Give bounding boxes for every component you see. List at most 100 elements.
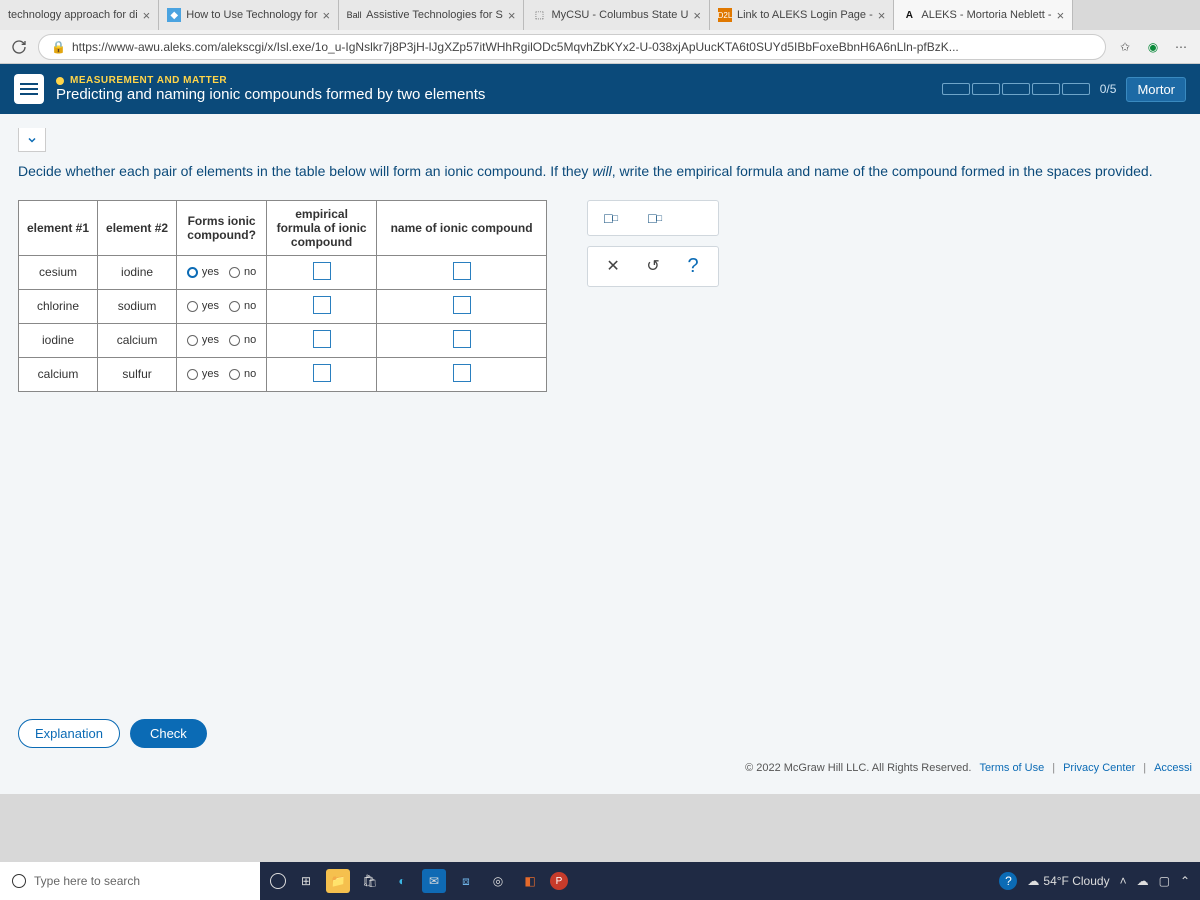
tab-2[interactable]: BallAssistive Technologies for S×	[339, 0, 524, 30]
cell-e1: chlorine	[19, 289, 98, 323]
taskview-icon[interactable]: ⊞	[294, 869, 318, 893]
col-formula: empirical formula of ionic compound	[267, 200, 377, 255]
tab-5[interactable]: AALEKS - Mortoria Neblett -×	[894, 0, 1073, 30]
formula-input[interactable]	[313, 364, 331, 382]
app-header: MEASUREMENT AND MATTER Predicting and na…	[0, 64, 1200, 114]
hamburger-icon	[20, 83, 38, 95]
formula-input[interactable]	[313, 330, 331, 348]
radio-no[interactable]	[229, 267, 240, 278]
url-input[interactable]: 🔒 https://www-awu.aleks.com/alekscgi/x/I…	[38, 34, 1106, 60]
wifi-icon[interactable]: ⌃	[1180, 874, 1190, 888]
page-title: Predicting and naming ionic compounds fo…	[56, 86, 485, 103]
cell-e2: sulfur	[98, 357, 177, 391]
name-input[interactable]	[453, 262, 471, 280]
mail-icon[interactable]: ✉	[422, 869, 446, 893]
body-area: Decide whether each pair of elements in …	[0, 114, 1200, 794]
cell-forms: yesno	[177, 289, 267, 323]
explorer-icon[interactable]: 📁	[326, 869, 350, 893]
dot-icon	[56, 77, 64, 85]
help-tray-icon[interactable]: ?	[999, 872, 1017, 890]
taskbar-apps: ⊞ 📁 🛍 ◐ ✉ ⧈ ◎ ◧ P	[260, 869, 568, 893]
dropbox-icon[interactable]: ⧈	[454, 869, 478, 893]
formula-input[interactable]	[313, 262, 331, 280]
close-icon[interactable]: ×	[878, 8, 886, 23]
taskbar: Type here to search ⊞ 📁 🛍 ◐ ✉ ⧈ ◎ ◧ P ? …	[0, 862, 1200, 900]
name-input[interactable]	[453, 296, 471, 314]
more-icon[interactable]: ⋯	[1170, 36, 1192, 58]
reset-button[interactable]: ↺	[642, 256, 664, 276]
cortana-icon[interactable]	[270, 873, 286, 889]
col-name: name of ionic compound	[377, 200, 547, 255]
cell-formula	[267, 255, 377, 289]
search-placeholder: Type here to search	[34, 874, 140, 888]
col-element1: element #1	[19, 200, 98, 255]
close-icon[interactable]: ×	[508, 8, 516, 23]
cell-e1: calcium	[19, 357, 98, 391]
access-link[interactable]: Accessi	[1154, 762, 1192, 774]
system-tray: ? ☁ 54°F Cloudy ˄ ☁ ▢ ⌃	[999, 872, 1200, 890]
weather-widget[interactable]: ☁ 54°F Cloudy	[1027, 874, 1109, 888]
tab-3[interactable]: ⬚MyCSU - Columbus State U×	[524, 0, 710, 30]
action-tools: ✕ ↺ ?	[587, 246, 719, 287]
favicon-icon: Ball	[347, 8, 361, 22]
favorite-icon[interactable]: ✩	[1114, 36, 1136, 58]
tool-panel: □□ □□ ✕ ↺ ?	[587, 200, 719, 287]
name-input[interactable]	[453, 364, 471, 382]
name-input[interactable]	[453, 330, 471, 348]
privacy-link[interactable]: Privacy Center	[1063, 762, 1135, 774]
app-icon3[interactable]: P	[550, 872, 568, 890]
extension-icon[interactable]: ◉	[1142, 36, 1164, 58]
app-icon2[interactable]: ◧	[518, 869, 542, 893]
check-button[interactable]: Check	[130, 719, 207, 748]
copyright-bar: © 2022 McGraw Hill LLC. All Rights Reser…	[745, 762, 1192, 774]
taskbar-search[interactable]: Type here to search	[0, 862, 260, 900]
help-button[interactable]: ?	[682, 255, 704, 278]
radio-yes[interactable]	[187, 335, 198, 346]
edge-icon[interactable]: ◐	[390, 869, 414, 893]
superscript-tool[interactable]: □□	[598, 207, 624, 229]
radio-yes[interactable]	[187, 267, 198, 278]
radio-yes[interactable]	[187, 301, 198, 312]
cell-formula	[267, 357, 377, 391]
cell-e1: cesium	[19, 255, 98, 289]
browser-tabs: technology approach for di× ◆How to Use …	[0, 0, 1200, 30]
subscript-tool[interactable]: □□	[642, 207, 668, 229]
favicon-icon: ⬚	[532, 8, 546, 22]
student-button[interactable]: Mortor	[1126, 77, 1186, 102]
tab-4[interactable]: D2LLink to ALEKS Login Page -×	[710, 0, 894, 30]
radio-yes[interactable]	[187, 369, 198, 380]
battery-icon[interactable]: ▢	[1159, 874, 1170, 888]
close-icon[interactable]: ×	[693, 8, 701, 23]
refresh-icon[interactable]	[8, 36, 30, 58]
cell-name	[377, 323, 547, 357]
app-icon[interactable]: ◎	[486, 869, 510, 893]
cell-formula	[267, 289, 377, 323]
cell-forms: yesno	[177, 255, 267, 289]
radio-no[interactable]	[229, 335, 240, 346]
radio-no[interactable]	[229, 301, 240, 312]
store-icon[interactable]: 🛍	[358, 869, 382, 893]
cell-forms: yesno	[177, 323, 267, 357]
close-icon[interactable]: ×	[143, 8, 151, 23]
table-row: calciumsulfuryesno	[19, 357, 547, 391]
tab-1[interactable]: ◆How to Use Technology for×	[159, 0, 339, 30]
clear-button[interactable]: ✕	[602, 256, 624, 276]
tab-0[interactable]: technology approach for di×	[0, 0, 159, 30]
explanation-button[interactable]: Explanation	[18, 719, 120, 748]
col-element2: element #2	[98, 200, 177, 255]
cell-name	[377, 289, 547, 323]
elements-table: element #1 element #2 Forms ionic compou…	[18, 200, 547, 392]
cell-e2: calcium	[98, 323, 177, 357]
close-icon[interactable]: ×	[1057, 8, 1065, 23]
table-row: iodinecalciumyesno	[19, 323, 547, 357]
terms-link[interactable]: Terms of Use	[979, 762, 1044, 774]
chevron-up-icon[interactable]: ˄	[1120, 874, 1127, 888]
cloud-icon[interactable]: ☁	[1137, 874, 1149, 888]
collapse-button[interactable]	[18, 128, 46, 152]
menu-button[interactable]	[14, 74, 44, 104]
radio-no[interactable]	[229, 369, 240, 380]
close-icon[interactable]: ×	[323, 8, 331, 23]
formula-input[interactable]	[313, 296, 331, 314]
cell-name	[377, 357, 547, 391]
favicon-icon: D2L	[718, 8, 732, 22]
